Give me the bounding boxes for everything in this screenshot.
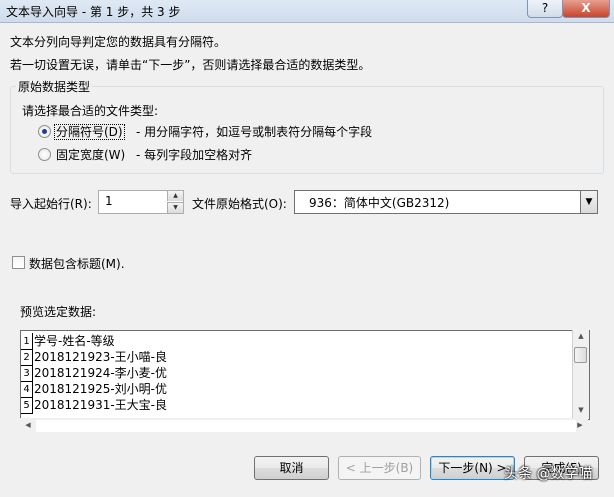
window-title: 文本导入向导 - 第 1 步，共 3 步 bbox=[6, 5, 181, 19]
back-button[interactable]: < 上一步(B) bbox=[338, 456, 421, 480]
scroll-right-icon[interactable]: ▶ bbox=[572, 421, 588, 429]
row-number: 4 bbox=[21, 381, 33, 398]
file-type-prompt: 请选择最合适的文件类型: bbox=[22, 104, 159, 118]
file-origin-select[interactable]: 936：简体中文(GB2312) ▼ bbox=[294, 190, 598, 214]
delimited-label[interactable]: 分隔符号(D) bbox=[54, 123, 125, 140]
row-number: 1 bbox=[21, 333, 33, 350]
preview-row: 2 2018121923-王小喵-良 bbox=[21, 349, 581, 366]
preview-horizontal-scrollbar[interactable]: ◀ ▶ bbox=[20, 418, 588, 434]
preview-pane[interactable]: 1 学号-姓名-等级 2 2018121923-王小喵-良 3 20181219… bbox=[20, 330, 590, 420]
scroll-track bbox=[36, 420, 576, 432]
preview-row: 1 学号-姓名-等级 bbox=[21, 333, 581, 350]
intro-line-2: 若一切设置无误，请单击“下一步”，否则请选择最合适的数据类型。 bbox=[10, 58, 371, 72]
close-button[interactable]: X bbox=[562, 0, 610, 18]
spin-up-icon[interactable]: ▲ bbox=[167, 191, 183, 201]
start-row-stepper[interactable]: 1 ▲ ▼ bbox=[98, 190, 184, 214]
watermark: 头条 @数学喵 bbox=[504, 466, 593, 482]
preview-row: 4 2018121925-刘小明-优 bbox=[21, 381, 581, 398]
scroll-up-icon[interactable]: ▲ bbox=[573, 332, 589, 340]
dropdown-arrow-icon[interactable]: ▼ bbox=[580, 191, 597, 213]
row-text: 学号-姓名-等级 bbox=[34, 334, 115, 348]
preview-label: 预览选定数据: bbox=[20, 305, 97, 319]
row-number: 2 bbox=[21, 349, 33, 366]
preview-row: 5 2018121931-王大宝-良 bbox=[21, 397, 581, 414]
delimited-radio[interactable] bbox=[38, 125, 51, 138]
next-button[interactable]: 下一步(N) > bbox=[430, 456, 515, 480]
fixed-width-description: - 每列字段加空格对齐 bbox=[136, 148, 253, 162]
delimited-description: - 用分隔字符，如逗号或制表符分隔每个字段 bbox=[136, 125, 373, 139]
intro-line-1: 文本分列向导判定您的数据具有分隔符。 bbox=[10, 35, 227, 49]
title-bar: 文本导入向导 - 第 1 步，共 3 步 ? X bbox=[0, 0, 614, 23]
spin-down-icon[interactable]: ▼ bbox=[167, 202, 183, 213]
start-row-label: 导入起始行(R): bbox=[10, 197, 92, 211]
row-text: 2018121925-刘小明-优 bbox=[34, 382, 168, 396]
fixed-width-radio[interactable] bbox=[38, 148, 51, 161]
preview-row: 3 2018121924-李小麦-优 bbox=[21, 365, 581, 382]
scroll-thumb[interactable] bbox=[574, 347, 587, 363]
start-row-value: 1 bbox=[105, 194, 113, 208]
preview-vertical-scrollbar[interactable]: ▲ ▼ bbox=[572, 330, 589, 418]
row-number: 5 bbox=[21, 397, 33, 414]
scroll-left-icon[interactable]: ◀ bbox=[20, 421, 36, 429]
fixed-width-label[interactable]: 固定宽度(W) bbox=[56, 146, 125, 163]
header-checkbox-label[interactable]: 数据包含标题(M). bbox=[29, 255, 125, 272]
row-text: 2018121923-王小喵-良 bbox=[34, 350, 168, 364]
scroll-down-icon[interactable]: ▼ bbox=[573, 406, 589, 414]
file-origin-value: 936：简体中文(GB2312) bbox=[309, 196, 450, 210]
cancel-button[interactable]: 取消 bbox=[254, 456, 329, 480]
row-text: 2018121931-王大宝-良 bbox=[34, 398, 168, 412]
help-button[interactable]: ? bbox=[527, 0, 563, 18]
header-checkbox[interactable] bbox=[12, 256, 25, 269]
row-text: 2018121924-李小麦-优 bbox=[34, 366, 168, 380]
group-legend: 原始数据类型 bbox=[16, 78, 93, 95]
file-origin-label: 文件原始格式(O): bbox=[192, 197, 287, 211]
row-number: 3 bbox=[21, 365, 33, 382]
